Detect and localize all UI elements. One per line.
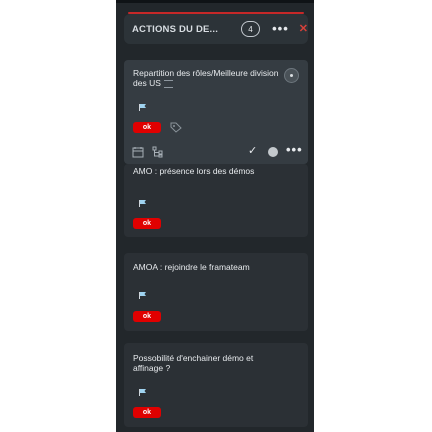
check-icon[interactable]: ✓ — [248, 144, 257, 158]
status-badge: ok — [133, 218, 161, 229]
avatar-icon[interactable] — [284, 68, 299, 83]
card-item[interactable]: Possobilité d'enchainer démo et affinage… — [124, 343, 308, 427]
color-dot-icon[interactable] — [268, 147, 278, 157]
kanban-column: ACTIONS DU DE... 4 ••• ✕ Repartition des… — [116, 0, 314, 432]
card-count-badge: 4 — [240, 21, 261, 37]
card-item[interactable]: AMOA : rejoindre le framateam ok — [124, 253, 308, 331]
card-item[interactable]: Repartition des rôles/Meilleure division… — [124, 60, 308, 164]
card-title: Repartition des rôles/Meilleure division… — [133, 68, 283, 88]
card-title: AMOA : rejoindre le framateam — [133, 262, 250, 272]
flag-icon — [139, 292, 146, 299]
flag-icon — [139, 104, 146, 111]
card-toolbar: ✓ ••• — [124, 142, 308, 160]
flag-icon — [139, 389, 146, 396]
column-top-bar — [116, 0, 314, 3]
calendar-icon[interactable] — [132, 146, 144, 158]
column-more-icon[interactable]: ••• — [272, 22, 289, 35]
status-badge: ok — [133, 311, 161, 322]
tag-icon[interactable] — [170, 122, 182, 133]
column-title[interactable]: ACTIONS DU DE... — [132, 24, 219, 35]
column-close-icon[interactable]: ✕ — [299, 23, 308, 35]
card-title-text: Repartition des rôles/Meilleure division… — [133, 68, 279, 88]
flag-icon — [139, 200, 146, 207]
card-item[interactable]: AMO : présence lors des démos ok — [124, 164, 308, 237]
column-header: ACTIONS DU DE... 4 ••• ✕ — [124, 12, 308, 44]
column-accent-line — [128, 12, 304, 14]
card-title: AMO : présence lors des démos — [133, 166, 255, 176]
card-title: Possobilité d'enchainer démo et affinage… — [133, 353, 254, 373]
description-icon — [163, 79, 173, 88]
subtasks-icon[interactable] — [152, 146, 164, 158]
status-badge: ok — [133, 407, 161, 418]
card-more-icon[interactable]: ••• — [286, 142, 303, 157]
status-badge: ok — [133, 122, 161, 133]
